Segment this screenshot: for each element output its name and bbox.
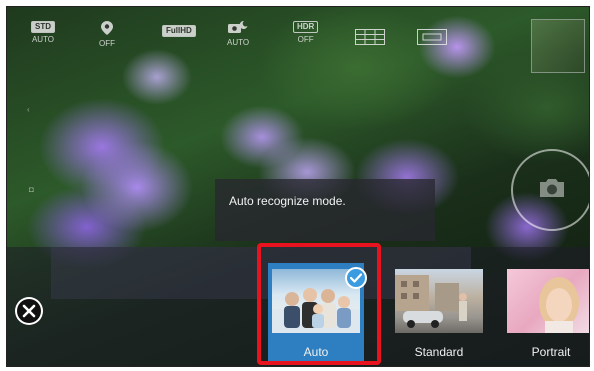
std-label: AUTO [31,35,55,44]
gallery-thumbnail[interactable] [531,19,585,73]
mode-portrait-thumbnail [507,269,589,333]
resolution-setting[interactable]: FullHD [162,25,196,37]
resolution-badge: FullHD [162,25,196,37]
mode-portrait[interactable]: Portrait [503,263,589,363]
close-button[interactable] [15,297,43,325]
hdr-setting[interactable]: HDR OFF [293,21,319,44]
burst-icon [417,29,447,45]
gps-setting[interactable]: OFF [99,21,115,48]
mode-standard[interactable]: Standard [391,263,487,363]
hdr-badge: HDR [293,21,319,33]
mode-standard-label: Standard [414,345,464,359]
portrait-photo-icon [539,277,579,333]
night-label: AUTO [227,38,250,47]
camera-icon [540,179,564,197]
mode-portrait-label: Portrait [531,345,571,359]
camera-moon-icon [228,20,248,33]
scene-mode-setting[interactable]: STD AUTO [31,21,55,44]
location-pin-icon [101,21,113,35]
selection-highlight-box [257,243,381,365]
gps-label: OFF [99,39,115,48]
grid-setting[interactable] [355,29,385,47]
left-edge-control[interactable]: ‹ [27,105,30,114]
street-photo-icon [395,275,467,328]
night-mode-setting[interactable]: AUTO [227,20,250,47]
settings-bar: STD AUTO OFF FullHD AUTO HDR OFF [7,7,589,65]
hdr-label: OFF [297,35,314,44]
close-icon [17,299,41,323]
std-badge: STD [31,21,55,33]
tooltip-text: Auto recognize mode. [229,194,346,208]
mode-tooltip: Auto recognize mode. [215,179,435,241]
mode-standard-thumbnail [395,269,483,333]
left-edge-camera-switch[interactable]: ◘ [29,185,34,194]
burst-setting[interactable] [417,29,447,47]
grid-icon [355,29,385,45]
